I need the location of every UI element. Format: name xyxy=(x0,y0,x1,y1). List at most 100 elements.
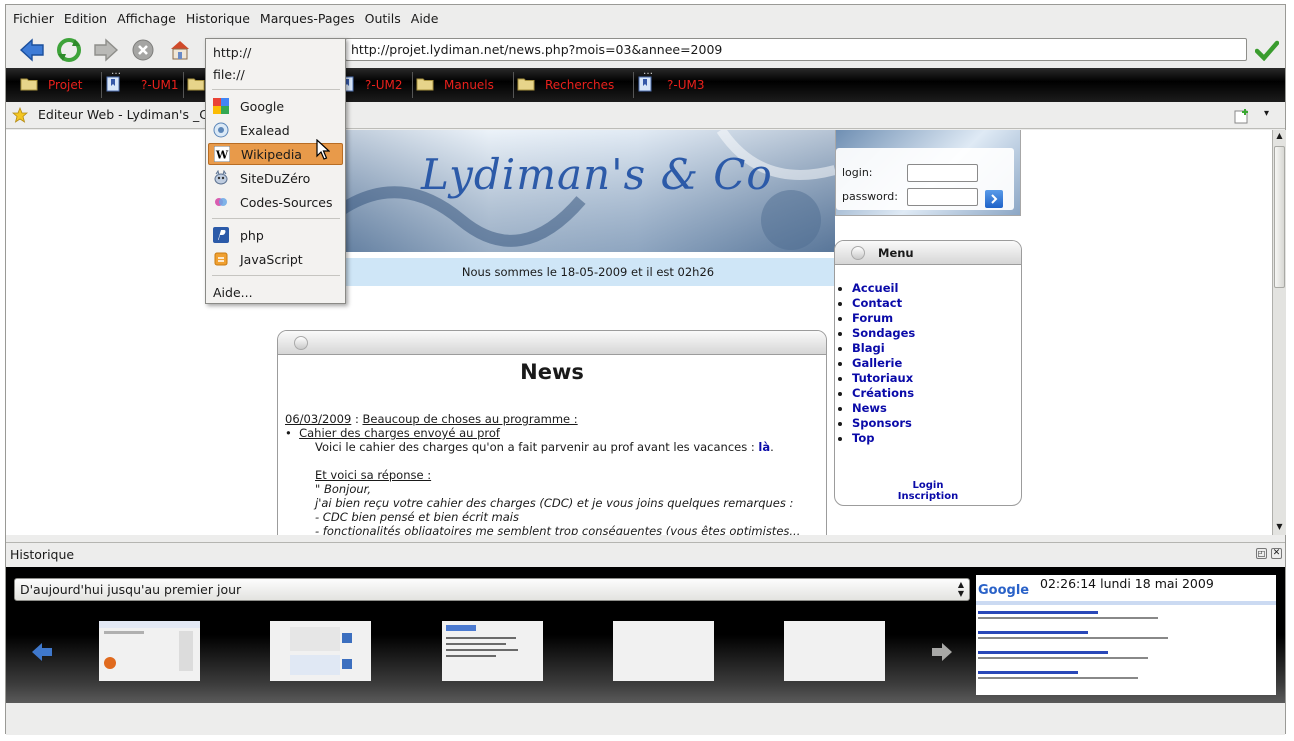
history-thumbnail[interactable] xyxy=(613,621,714,681)
menu-historique[interactable]: Historique xyxy=(181,11,255,26)
separator xyxy=(183,72,184,98)
history-clock: 02:26:14 lundi 18 mai 2009 xyxy=(1040,576,1214,591)
nav-link[interactable]: Forum xyxy=(852,311,893,325)
history-prev-icon[interactable] xyxy=(30,641,54,666)
float-panel-icon[interactable]: ◰ xyxy=(1256,548,1267,559)
tab-list-icon[interactable]: ▾ xyxy=(1264,108,1269,119)
vertical-scrollbar[interactable]: ▲ ▼ xyxy=(1272,130,1286,535)
url-field[interactable]: http://projet.lydiman.net/news.php?mois=… xyxy=(345,38,1247,61)
wikipedia-icon: W xyxy=(213,145,231,163)
dropdown-item-google[interactable]: Google xyxy=(206,95,345,117)
bookmark-um1[interactable]: … ?-UM1 xyxy=(101,66,178,102)
login-link[interactable]: Login xyxy=(913,480,944,491)
bookmark-folder-manuels[interactable]: Manuels xyxy=(412,68,494,102)
go-icon[interactable] xyxy=(1253,36,1281,64)
menu-affichage[interactable]: Affichage xyxy=(112,11,181,26)
bookmark-folder-recherches[interactable]: Recherches xyxy=(513,68,615,102)
reload-icon[interactable] xyxy=(55,36,83,64)
tab-title[interactable]: Editeur Web - Lydiman's _C xyxy=(38,107,208,122)
date-bar: Nous sommes le 18-05-2009 et il est 02h2… xyxy=(341,258,835,286)
menu-outils[interactable]: Outils xyxy=(360,11,406,26)
nav-link[interactable]: Tutoriaux xyxy=(852,371,913,385)
password-input[interactable] xyxy=(907,188,978,206)
bookmark-um2[interactable]: ?-UM2 xyxy=(339,68,402,102)
auth-links: Login Inscription xyxy=(835,480,1021,502)
bookmark-folder-hidden[interactable] xyxy=(183,68,205,102)
dropdown-item-siteduzero[interactable]: SiteDuZéro xyxy=(206,167,345,189)
dropdown-item-aide[interactable]: Aide... xyxy=(206,281,345,303)
side-menu-header: Menu xyxy=(835,241,1021,265)
bookmark-label: Projet xyxy=(48,78,83,92)
menu-edition[interactable]: Edition xyxy=(59,11,112,26)
separator xyxy=(412,72,413,98)
nav-top[interactable]: Top xyxy=(852,431,1021,446)
overflow-dots: … xyxy=(643,66,653,77)
dropdown-item-label: SiteDuZéro xyxy=(240,170,311,186)
stop-icon[interactable] xyxy=(129,36,157,64)
dropdown-item-exalead[interactable]: Exalead xyxy=(206,119,345,141)
page-viewport: Lydiman's & Co Nous sommes le 18-05-2009… xyxy=(6,130,1272,535)
collapse-icon[interactable] xyxy=(294,336,308,350)
history-range-select[interactable]: D'aujourd'hui jusqu'au premier jour ▲ ▼ xyxy=(14,578,970,601)
history-preview[interactable]: Google 02:26:14 lundi 18 mai 2009 xyxy=(976,575,1276,695)
nav-creations[interactable]: Créations xyxy=(852,386,1021,401)
history-thumbnail[interactable] xyxy=(99,621,200,681)
nav-blagi[interactable]: Blagi xyxy=(852,341,1021,356)
nav-tutoriaux[interactable]: Tutoriaux xyxy=(852,371,1021,386)
nav-link[interactable]: Top xyxy=(852,431,874,445)
login-box: login: password: xyxy=(835,130,1021,216)
history-panel-header: Historique ◰ ✕ xyxy=(6,542,1285,566)
menubar: Fichier Edition Affichage Historique Mar… xyxy=(6,5,1285,31)
nav-contact[interactable]: Contact xyxy=(852,296,1021,311)
nav-news[interactable]: News xyxy=(852,401,1021,416)
collapse-icon[interactable] xyxy=(851,246,865,260)
nav-link[interactable]: News xyxy=(852,401,887,415)
bookmark-label: Recherches xyxy=(545,78,615,92)
nav-gallerie[interactable]: Gallerie xyxy=(852,356,1021,371)
back-icon[interactable] xyxy=(18,36,46,64)
dropdown-item-label: Wikipedia xyxy=(241,146,302,162)
menu-fichier[interactable]: Fichier xyxy=(8,11,59,26)
dropdown-item-javascript[interactable]: JavaScript xyxy=(206,248,345,270)
scroll-up-icon[interactable]: ▲ xyxy=(1274,131,1285,143)
separator xyxy=(212,218,340,219)
scroll-thumb[interactable] xyxy=(1274,146,1285,288)
nav-forum[interactable]: Forum xyxy=(852,311,1021,326)
dropdown-item-file[interactable]: file:// xyxy=(206,63,345,85)
close-panel-icon[interactable]: ✕ xyxy=(1271,548,1282,559)
nav-link[interactable]: Créations xyxy=(852,386,914,400)
select-arrows-icon: ▲ ▼ xyxy=(957,580,964,598)
home-icon[interactable] xyxy=(166,36,194,64)
menu-marques-pages[interactable]: Marques-Pages xyxy=(255,11,360,26)
nav-link[interactable]: Sponsors xyxy=(852,416,912,430)
history-thumbnail[interactable] xyxy=(442,621,543,681)
nav-link[interactable]: Sondages xyxy=(852,326,915,340)
nav-link[interactable]: Accueil xyxy=(852,281,898,295)
scroll-down-icon[interactable]: ▼ xyxy=(1274,522,1285,534)
login-submit-button[interactable] xyxy=(985,190,1003,208)
folder-icon xyxy=(20,77,38,94)
nav-sponsors[interactable]: Sponsors xyxy=(852,416,1021,431)
dropdown-item-php[interactable]: php xyxy=(206,224,345,246)
php-icon xyxy=(213,227,229,243)
nav-sondages[interactable]: Sondages xyxy=(852,326,1021,341)
bookmark-um3[interactable]: … ?-UM3 xyxy=(633,66,704,102)
nav-accueil[interactable]: Accueil xyxy=(852,281,1021,296)
dropdown-item-codes-sources[interactable]: Codes-Sources xyxy=(206,191,345,213)
folder-icon xyxy=(187,77,205,94)
menu-aide[interactable]: Aide xyxy=(406,11,444,26)
cdc-link[interactable]: là xyxy=(758,440,770,454)
nav-link[interactable]: Contact xyxy=(852,296,902,310)
new-tab-icon[interactable] xyxy=(1234,108,1250,127)
inscription-link[interactable]: Inscription xyxy=(898,491,958,502)
bookmark-folder-projet[interactable]: Projet xyxy=(20,68,82,102)
forward-icon[interactable] xyxy=(92,36,120,64)
nav-link[interactable]: Gallerie xyxy=(852,356,902,370)
history-next-icon[interactable] xyxy=(930,641,954,666)
dropdown-item-http[interactable]: http:// xyxy=(206,41,345,63)
login-input[interactable] xyxy=(907,164,978,182)
menu-title: Menu xyxy=(878,246,914,260)
history-thumbnail[interactable] xyxy=(784,621,885,681)
nav-link[interactable]: Blagi xyxy=(852,341,885,355)
history-thumbnail[interactable] xyxy=(270,621,371,681)
